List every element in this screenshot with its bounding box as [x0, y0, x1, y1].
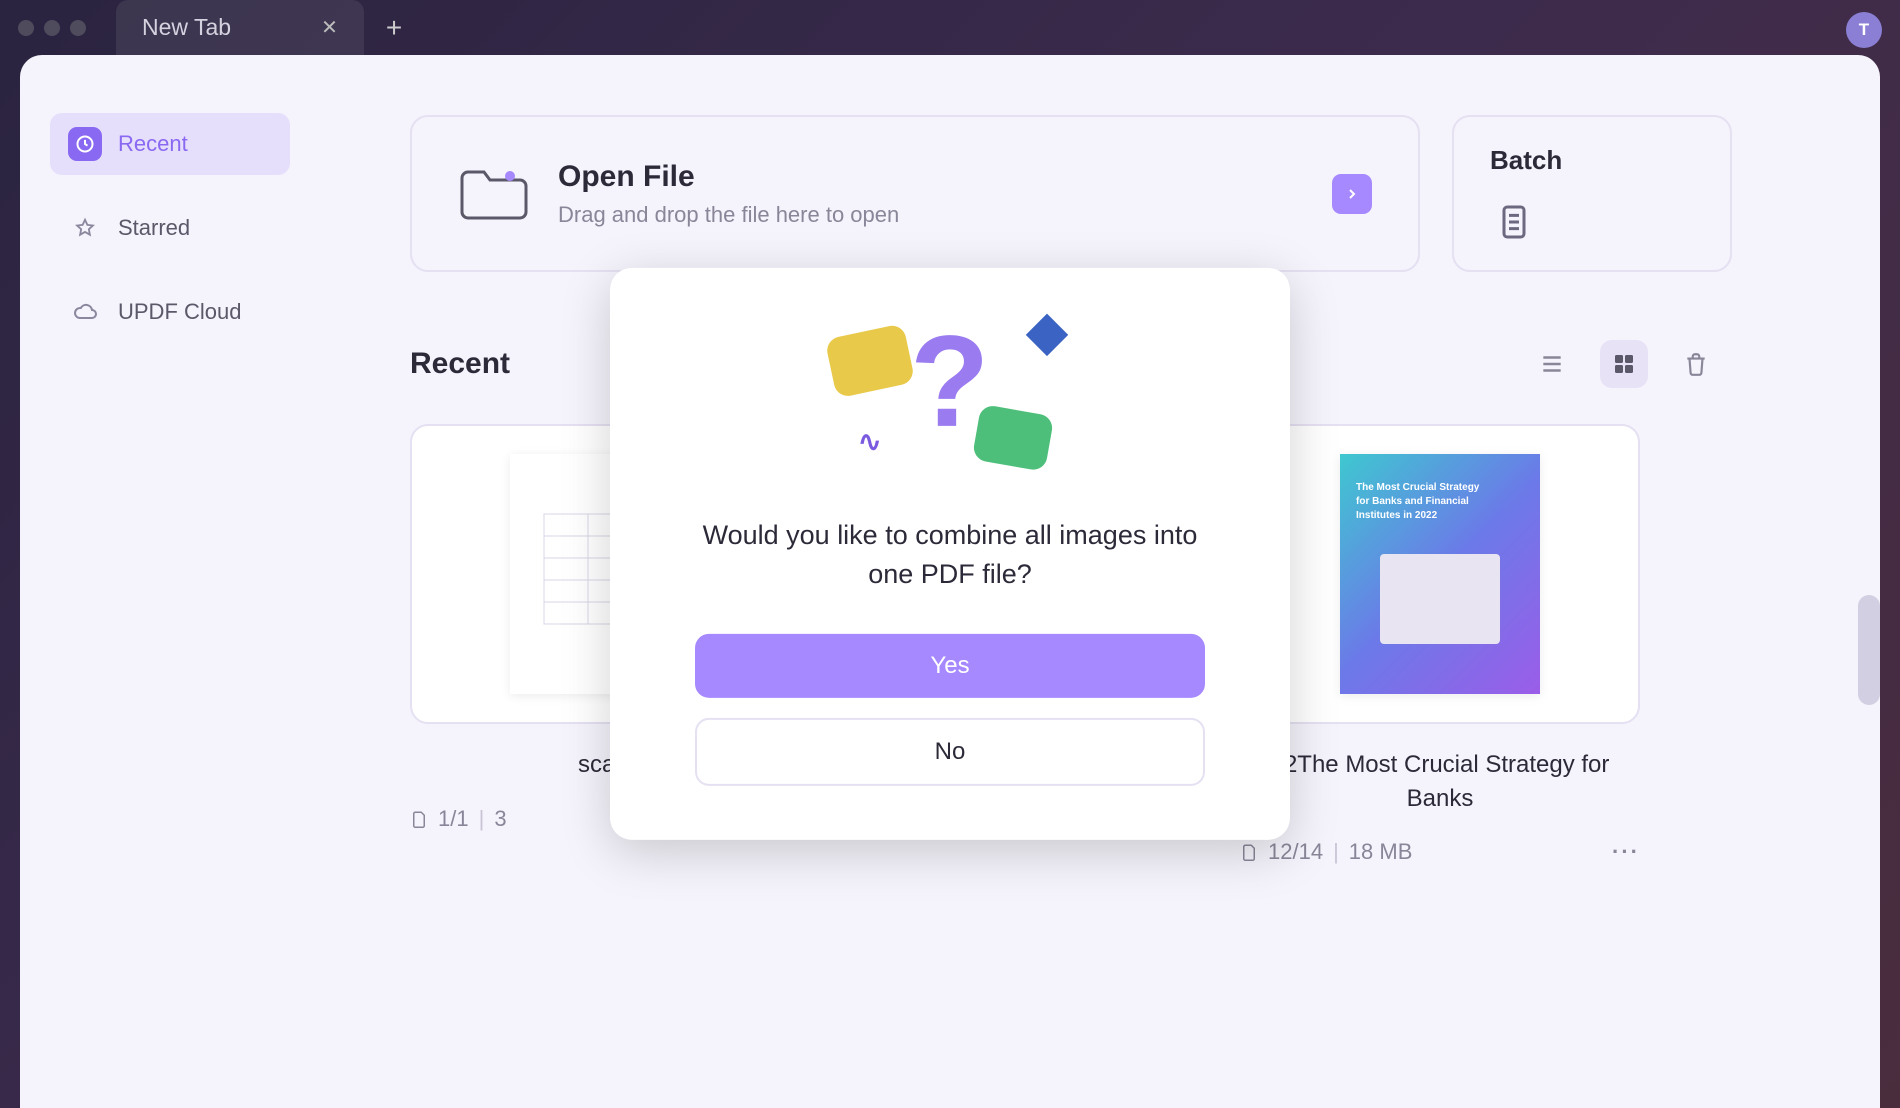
sidebar-item-starred[interactable]: Starred: [50, 197, 290, 259]
sidebar-item-label: Recent: [118, 131, 188, 157]
file-more-button[interactable]: ···: [1612, 839, 1640, 865]
scrollbar-thumb[interactable]: [1858, 595, 1880, 705]
meta-separator: |: [1333, 839, 1339, 865]
svg-text:Institutes in 2022: Institutes in 2022: [1356, 510, 1438, 521]
sidebar-item-recent[interactable]: Recent: [50, 113, 290, 175]
open-file-card[interactable]: Open File Drag and drop the file here to…: [410, 115, 1420, 272]
tab-new-tab[interactable]: New Tab ✕: [116, 0, 364, 55]
file-card[interactable]: The Most Crucial Strategy for Banks and F…: [1240, 424, 1640, 865]
star-icon: [68, 211, 102, 245]
window-controls[interactable]: [18, 20, 86, 36]
file-name: 12The Most Crucial Strategy for Banks: [1240, 748, 1640, 815]
trash-button[interactable]: [1672, 340, 1720, 388]
no-button[interactable]: No: [695, 718, 1205, 786]
combine-images-dialog: ? ∿ Would you like to combine all images…: [610, 268, 1290, 840]
sidebar-item-label: UPDF Cloud: [118, 299, 241, 325]
svg-text:The Most Crucial Strategy: The Most Crucial Strategy: [1356, 482, 1480, 493]
close-window-button[interactable]: [18, 20, 34, 36]
file-pages: 1/1: [438, 806, 469, 832]
sidebar-item-updf-cloud[interactable]: UPDF Cloud: [50, 281, 290, 343]
batch-icon: [1490, 198, 1538, 246]
batch-card[interactable]: Batch: [1452, 115, 1732, 272]
meta-separator: |: [479, 806, 485, 832]
avatar[interactable]: T: [1846, 12, 1882, 48]
batch-title: Batch: [1490, 145, 1694, 176]
yes-button[interactable]: Yes: [695, 634, 1205, 698]
svg-text:for Banks and Financial: for Banks and Financial: [1356, 496, 1469, 507]
list-view-button[interactable]: [1528, 340, 1576, 388]
sidebar-item-label: Starred: [118, 215, 190, 241]
dialog-message: Would you like to combine all images int…: [660, 516, 1240, 594]
maximize-window-button[interactable]: [70, 20, 86, 36]
dialog-illustration: ? ∿: [820, 316, 1080, 486]
file-thumbnail: The Most Crucial Strategy for Banks and F…: [1240, 424, 1640, 724]
file-size: 3: [494, 806, 506, 832]
open-file-subtitle: Drag and drop the file here to open: [558, 202, 1304, 228]
new-tab-button[interactable]: +: [376, 12, 412, 44]
tab-title: New Tab: [142, 14, 231, 41]
recent-section-title: Recent: [410, 347, 510, 381]
file-pages: 12/14: [1268, 839, 1323, 865]
avatar-initial: T: [1859, 20, 1869, 40]
grid-view-button[interactable]: [1600, 340, 1648, 388]
close-tab-icon[interactable]: ✕: [321, 15, 338, 40]
open-file-title: Open File: [558, 160, 1304, 194]
clock-icon: [68, 127, 102, 161]
open-file-arrow-button[interactable]: [1332, 174, 1372, 214]
file-size: 18 MB: [1349, 839, 1413, 865]
folder-icon: [458, 164, 530, 224]
document-icon: [410, 808, 428, 830]
minimize-window-button[interactable]: [44, 20, 60, 36]
cloud-icon: [68, 295, 102, 329]
document-icon: [1240, 841, 1258, 863]
